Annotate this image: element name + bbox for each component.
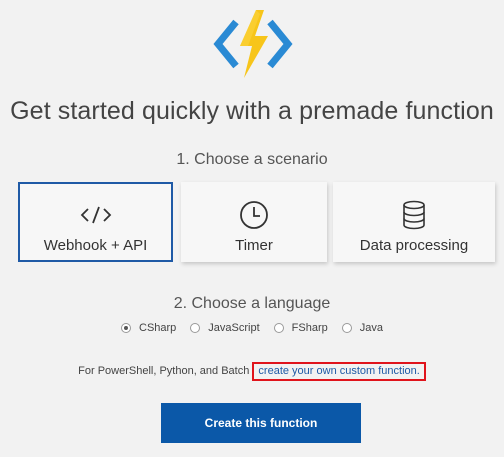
scenario-label: Data processing (359, 237, 469, 254)
language-radio-group: CSharp JavaScript FSharp Java (0, 322, 504, 334)
scenario-webhook-api[interactable]: Webhook + API (18, 182, 173, 262)
create-function-button[interactable]: Create this function (161, 403, 361, 443)
azure-functions-bolt-icon (213, 10, 293, 78)
language-label: JavaScript (208, 322, 260, 334)
language-label: CSharp (139, 322, 177, 334)
language-step-label: 2. Choose a language (173, 295, 331, 312)
custom-function-prefix: For PowerShell, Python, and Batch (78, 365, 250, 377)
scenario-data-processing[interactable]: Data processing (333, 182, 495, 262)
scenario-label: Timer (235, 237, 273, 254)
scenario-timer[interactable]: Timer (181, 182, 327, 262)
language-option-fsharp[interactable]: FSharp (273, 322, 328, 334)
radio-button[interactable] (273, 323, 284, 333)
database-icon (397, 198, 431, 232)
scenario-step-label: 1. Choose a scenario (176, 151, 328, 168)
page-title: Get started quickly with a premade funct… (10, 97, 494, 125)
azure-functions-logo (212, 8, 294, 80)
create-custom-function-link[interactable]: create your own custom function. (252, 362, 426, 381)
radio-button[interactable] (190, 323, 201, 333)
radio-button[interactable] (341, 323, 352, 333)
clock-icon (237, 198, 271, 232)
language-label: Java (359, 322, 383, 334)
radio-button[interactable] (121, 323, 131, 333)
custom-function-row: For PowerShell, Python, and Batch create… (0, 362, 504, 381)
language-option-java[interactable]: Java (341, 322, 383, 334)
language-label: FSharp (291, 322, 328, 334)
language-option-csharp[interactable]: CSharp (121, 322, 176, 334)
scenario-label: Webhook + API (43, 237, 148, 254)
code-brackets-icon (79, 198, 113, 232)
language-option-javascript[interactable]: JavaScript (190, 322, 260, 334)
